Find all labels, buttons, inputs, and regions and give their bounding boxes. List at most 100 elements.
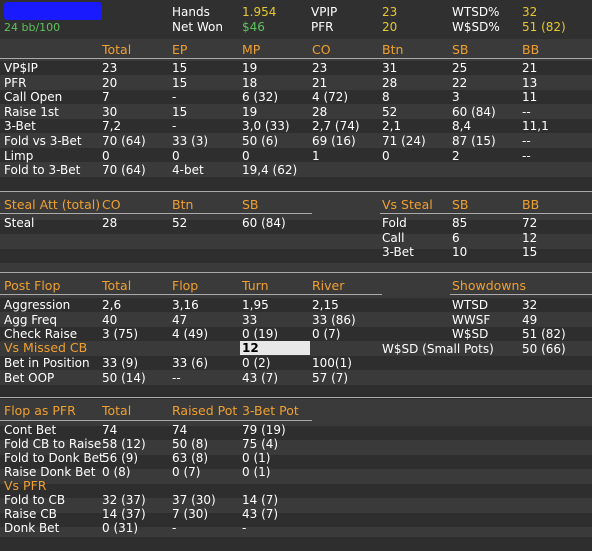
preflop-cell: 28 <box>382 75 398 90</box>
pfr-cell: 0 (8) <box>102 465 131 479</box>
steal-underline <box>0 213 312 214</box>
vs-missed-cb-highlight-cell[interactable]: 12 <box>240 341 310 355</box>
preflop-header-total: Total <box>102 42 132 57</box>
row-stripe <box>0 298 592 312</box>
postflop-cell: 33 <box>242 312 258 327</box>
preflop-cell: 0 <box>242 148 250 163</box>
preflop-cell: 0 <box>102 148 110 163</box>
preflop-cell: 60 (84) <box>452 104 496 119</box>
vpip-label: VPIP <box>311 5 338 19</box>
vs-pfr-cell: 37 (30) <box>172 493 216 507</box>
preflop-cell: 0 <box>172 148 180 163</box>
postflop-cell: 0 (19) <box>242 327 279 342</box>
netwon-label: Net Won <box>172 20 223 34</box>
postflop-cell: 3 (75) <box>102 327 139 342</box>
showdown-value: 49 <box>522 312 538 327</box>
showdown-value: 51 (82) <box>522 327 566 342</box>
postflop-cell: 33 (9) <box>102 356 139 370</box>
vs-missed-cb-title: Vs Missed CB <box>4 340 88 355</box>
pfr-cell: 0 (1) <box>242 465 271 479</box>
preflop-cell: 0 <box>382 148 390 163</box>
steal-row-label: Steal <box>4 216 35 230</box>
postflop-cell: 0 (2) <box>242 356 271 370</box>
preflop-header-co: CO <box>312 42 331 57</box>
preflop-cell: 8 <box>382 90 390 105</box>
postflop-cell: 40 <box>102 312 118 327</box>
preflop-cell: 69 (16) <box>312 134 356 148</box>
vs-steal-cell: 12 <box>522 230 538 245</box>
row-stripe <box>0 61 592 75</box>
showdown-value: 50 (66) <box>522 341 566 356</box>
preflop-cell: 15 <box>172 61 188 75</box>
preflop-row-label: Call Open <box>4 90 63 105</box>
preflop-row-label: Fold vs 3-Bet <box>4 134 82 148</box>
steal-sb-value: 60 (84) <box>242 216 286 230</box>
preflop-row-label: VP$IP <box>4 61 38 75</box>
postflop-row-label: Agg Freq <box>4 312 57 327</box>
vs-pfr-cell: 0 (31) <box>102 521 139 535</box>
vs-pfr-row-label: Donk Bet <box>4 521 60 535</box>
pfr-cell: 58 (12) <box>102 437 146 451</box>
postflop-header-turn: Turn <box>242 278 269 293</box>
wtsd-value: 32 <box>522 5 538 19</box>
preflop-cell: 21 <box>522 61 538 75</box>
showdowns-underline <box>450 294 592 295</box>
row-stripe <box>0 484 592 498</box>
pfr-header-raised-pot: Raised Pot <box>172 403 238 418</box>
vs-pfr-cell: 32 (37) <box>102 493 146 507</box>
postflop-cell: 2,15 <box>312 298 339 312</box>
vs-steal-underline <box>380 213 592 214</box>
preflop-cell: 87 (15) <box>452 134 496 148</box>
row-stripe <box>0 249 592 263</box>
vs-steal-title: Vs Steal <box>382 197 433 212</box>
preflop-cell: 6 (32) <box>242 90 279 105</box>
pfr-label: PFR <box>311 20 334 34</box>
preflop-cell: 2 <box>452 148 460 163</box>
vs-pfr-cell: 43 (7) <box>242 507 279 521</box>
preflop-header-sb: SB <box>452 42 469 57</box>
preflop-cell: 23 <box>312 61 328 75</box>
preflop-cell: 70 (64) <box>102 163 146 178</box>
steal-header-btn: Btn <box>172 197 194 212</box>
preflop-cell: 4 (72) <box>312 90 349 105</box>
vs-pfr-cell: 14 (37) <box>102 507 146 521</box>
postflop-row-label: Aggression <box>4 298 71 312</box>
vs-steal-cell: 72 <box>522 216 538 230</box>
netwon-value: $46 <box>242 20 265 34</box>
section-divider <box>0 272 592 273</box>
preflop-row-label: Fold to 3-Bet <box>4 163 81 178</box>
vs-steal-row-label: Fold <box>382 216 407 230</box>
vpip-value: 23 <box>382 5 398 19</box>
showdown-label: W$SD <box>452 327 489 342</box>
preflop-cell: 19 <box>242 104 258 119</box>
preflop-cell: -- <box>522 148 531 163</box>
postflop-title: Post Flop <box>4 278 61 293</box>
hands-label: Hands <box>172 5 210 19</box>
showdowns-title: Showdowns <box>452 278 526 293</box>
winrate: 24 bb/100 <box>4 21 61 34</box>
vs-steal-header-sb: SB <box>452 197 469 212</box>
preflop-cell: -- <box>522 104 531 119</box>
vs-steal-row-label: 3-Bet <box>382 245 414 260</box>
steal-co-value: 28 <box>102 216 118 230</box>
preflop-cell: 21 <box>312 75 328 90</box>
pfr-row-label: Fold to Donk Bet <box>4 451 104 465</box>
preflop-cell: 31 <box>382 61 398 75</box>
postflop-cell: -- <box>172 370 181 385</box>
vs-pfr-cell: 7 (30) <box>172 507 209 521</box>
preflop-cell: 7 <box>102 90 110 105</box>
postflop-row-label: Bet in Position <box>4 356 90 370</box>
pfr-row-label: Fold CB to Raise <box>4 437 102 451</box>
preflop-header-mp: MP <box>242 42 261 57</box>
preflop-row-label: Raise 1st <box>4 104 59 119</box>
preflop-cell: 70 (64) <box>102 134 146 148</box>
pfr-underline <box>0 420 312 421</box>
row-stripe <box>0 220 592 234</box>
showdown-label: WTSD <box>452 298 489 312</box>
preflop-cell: 7,2 <box>102 119 122 134</box>
vs-steal-row-label: Call <box>382 230 405 245</box>
vs-pfr-row-label: Raise CB <box>4 507 57 521</box>
wssd-label: W$SD% <box>452 20 500 34</box>
preflop-cell: 15 <box>172 104 188 119</box>
postflop-header-total: Total <box>102 278 132 293</box>
